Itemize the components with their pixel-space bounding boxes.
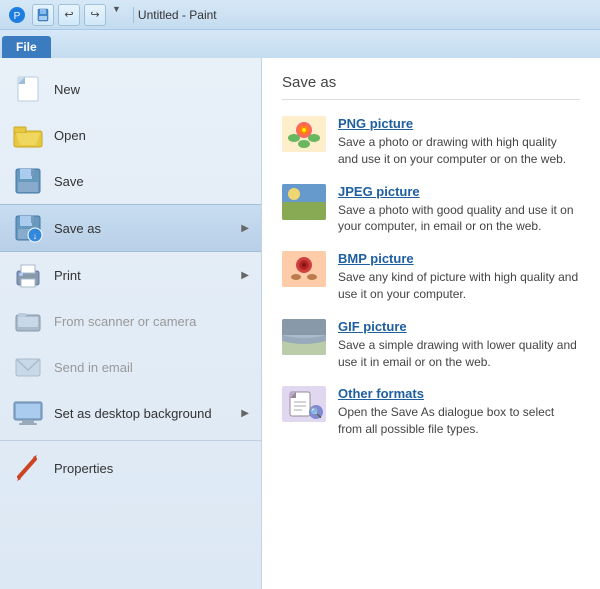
gif-option-content: GIF picture Save a simple drawing with l… (338, 319, 580, 371)
other-option-icon: 🔍 (282, 386, 326, 422)
svg-text:↓: ↓ (33, 231, 38, 241)
save-option-jpeg[interactable]: JPEG picture Save a photo with good qual… (282, 184, 580, 236)
menu-item-scanner: From scanner or camera (0, 298, 261, 344)
new-icon (12, 73, 44, 105)
other-option-content: Other formats Open the Save As dialogue … (338, 386, 580, 438)
other-option-desc: Open the Save As dialogue box to select … (338, 404, 580, 438)
email-icon (12, 351, 44, 383)
print-label: Print (54, 268, 241, 283)
menu-item-properties[interactable]: Properties (0, 445, 261, 491)
new-label: New (54, 82, 249, 97)
window-title: Untitled - Paint (138, 8, 217, 22)
save-option-bmp[interactable]: BMP picture Save any kind of picture wit… (282, 251, 580, 303)
open-icon (12, 119, 44, 151)
desktop-label: Set as desktop background (54, 406, 241, 421)
gif-option-title: GIF picture (338, 319, 580, 334)
desktop-arrow: ▶ (241, 408, 249, 419)
quick-access-toolbar: ↩ ↪ ▼ (32, 4, 121, 26)
png-option-content: PNG picture Save a photo or drawing with… (338, 116, 580, 168)
print-icon (12, 259, 44, 291)
ribbon-tabs: File (0, 30, 600, 58)
save-quick-btn[interactable] (32, 4, 54, 26)
png-option-icon (282, 116, 326, 152)
bmp-option-icon (282, 251, 326, 287)
main-content: New Open Save (0, 58, 600, 589)
other-option-title: Other formats (338, 386, 580, 401)
file-menu: New Open Save (0, 58, 262, 589)
scanner-icon (12, 305, 44, 337)
bmp-option-content: BMP picture Save any kind of picture wit… (338, 251, 580, 303)
menu-item-save[interactable]: Save (0, 158, 261, 204)
customize-arrow[interactable]: ▼ (112, 4, 121, 26)
save-icon (12, 165, 44, 197)
save-option-png[interactable]: PNG picture Save a photo or drawing with… (282, 116, 580, 168)
open-label: Open (54, 128, 249, 143)
title-separator (133, 7, 134, 23)
jpeg-option-icon (282, 184, 326, 220)
menu-divider (0, 440, 261, 441)
email-label: Send in email (54, 360, 249, 375)
properties-icon (12, 452, 44, 484)
svg-text:P: P (14, 11, 21, 22)
svg-text:🔍: 🔍 (310, 406, 322, 419)
menu-item-print[interactable]: Print ▶ (0, 252, 261, 298)
undo-quick-btn[interactable]: ↩ (58, 4, 80, 26)
gif-option-desc: Save a simple drawing with lower quality… (338, 337, 580, 371)
right-panel: Save as PNG picture Save a photo or draw… (262, 58, 600, 589)
gif-option-icon (282, 319, 326, 355)
desktop-icon (12, 397, 44, 429)
bmp-option-title: BMP picture (338, 251, 580, 266)
save-option-other[interactable]: 🔍 Other formats Open the Save As dialogu… (282, 386, 580, 438)
menu-item-new[interactable]: New (0, 66, 261, 112)
paint-app-icon: P (8, 6, 26, 24)
saveas-label: Save as (54, 221, 241, 236)
jpeg-option-desc: Save a photo with good quality and use i… (338, 202, 580, 236)
redo-quick-btn[interactable]: ↪ (84, 4, 106, 26)
saveas-arrow: ▶ (241, 223, 249, 234)
title-bar: P ↩ ↪ ▼ Untitled - Paint (0, 0, 600, 30)
save-option-gif[interactable]: GIF picture Save a simple drawing with l… (282, 319, 580, 371)
png-option-desc: Save a photo or drawing with high qualit… (338, 134, 580, 168)
saveas-icon: ↓ (12, 212, 44, 244)
right-panel-title: Save as (282, 74, 580, 100)
print-arrow: ▶ (241, 270, 249, 281)
tab-file[interactable]: File (2, 36, 51, 58)
properties-label: Properties (54, 461, 249, 476)
save-label: Save (54, 174, 249, 189)
menu-item-desktop[interactable]: Set as desktop background ▶ (0, 390, 261, 436)
jpeg-option-content: JPEG picture Save a photo with good qual… (338, 184, 580, 236)
menu-item-saveas[interactable]: ↓ Save as ▶ (0, 204, 261, 252)
png-option-title: PNG picture (338, 116, 580, 131)
scanner-label: From scanner or camera (54, 314, 249, 329)
bmp-option-desc: Save any kind of picture with high quali… (338, 269, 580, 303)
menu-item-email: Send in email (0, 344, 261, 390)
menu-item-open[interactable]: Open (0, 112, 261, 158)
jpeg-option-title: JPEG picture (338, 184, 580, 199)
